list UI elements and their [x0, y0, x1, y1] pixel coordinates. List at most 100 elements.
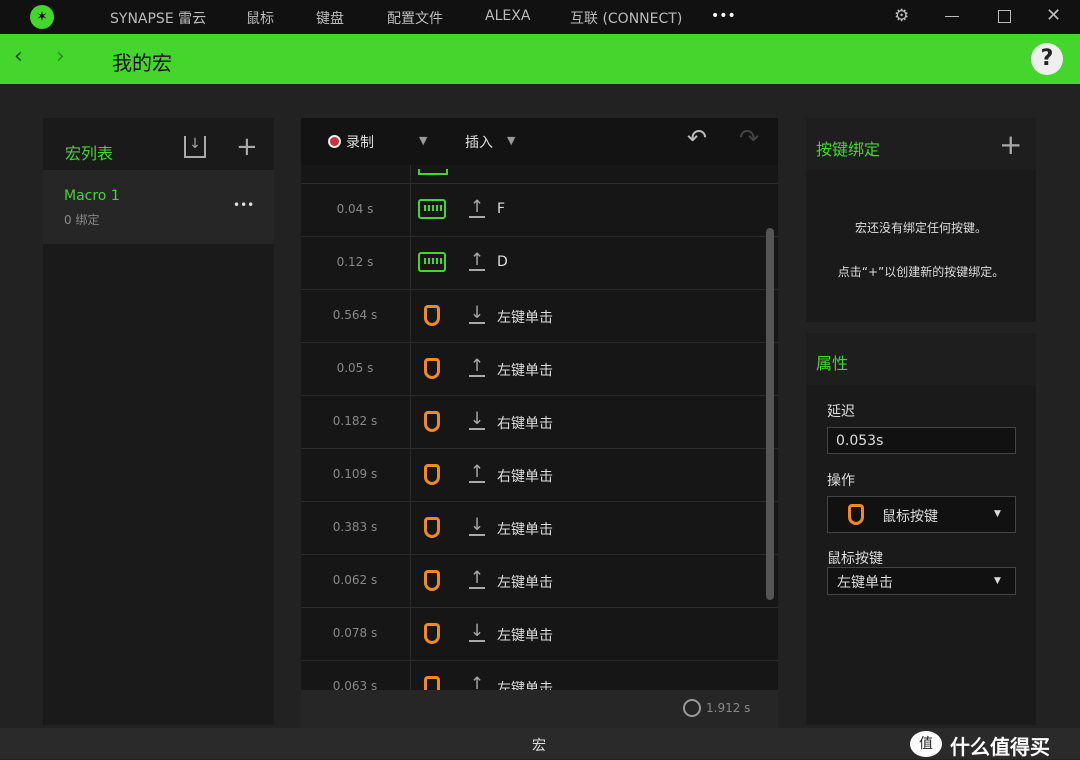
nav-keyboard[interactable]: 键盘	[316, 8, 344, 28]
clock-icon	[683, 699, 701, 717]
key-up-icon: ↑	[469, 568, 485, 589]
razer-logo-icon[interactable]: ✶	[30, 5, 54, 29]
delay-label: 延迟	[827, 404, 855, 420]
title-bar: ✶ SYNAPSE 雷云 鼠标 键盘 配置文件 ALEXA 互联 (CONNEC…	[0, 0, 1080, 34]
event-label: 左键单击	[497, 628, 553, 644]
key-up-icon: ↑	[469, 676, 485, 691]
macro-list-title: 宏列表	[65, 144, 114, 163]
settings-icon[interactable]: ⚙	[894, 6, 909, 26]
event-delay: 0.383 s	[332, 520, 378, 534]
nav-mouse[interactable]: 鼠标	[246, 8, 274, 28]
chevron-down-icon: ▼	[994, 509, 1001, 519]
event-row[interactable]: 0.109 s ↑ 右键单击	[301, 448, 778, 502]
maximize-icon[interactable]	[998, 10, 1011, 23]
action-label: 操作	[827, 473, 855, 489]
binding-empty-text: 宏还没有绑定任何按键。	[854, 221, 987, 235]
event-label: 左键单击	[497, 522, 553, 538]
event-row[interactable]: 0.05 s ↑ 左键单击	[301, 342, 778, 396]
event-row-partial[interactable]	[301, 165, 778, 184]
event-label: 右键单击	[497, 416, 553, 432]
page-title: 我的宏	[112, 51, 172, 75]
properties-title: 属性	[816, 354, 849, 373]
help-icon[interactable]: ?	[1031, 43, 1063, 75]
mouse-icon	[424, 358, 440, 379]
delay-input[interactable]: 0.053s	[827, 427, 1016, 454]
action-value: 鼠标按键	[882, 509, 938, 525]
event-label: 左键单击	[497, 310, 553, 326]
event-row[interactable]: 0.182 s ↓ 右键单击	[301, 395, 778, 449]
mouse-icon	[424, 464, 440, 485]
mouse-button-select[interactable]: 左键单击 ▼	[827, 567, 1016, 595]
nav-connect[interactable]: 互联 (CONNECT)	[570, 8, 682, 28]
editor-footer: 1.912 s	[301, 690, 778, 728]
forward-icon[interactable]: ›	[56, 44, 65, 69]
event-delay: 0.063 s	[332, 679, 378, 690]
watermark: 什么值得买	[950, 735, 1050, 759]
event-label: 左键单击	[497, 681, 553, 690]
event-delay: 0.182 s	[332, 414, 378, 428]
mouse-button-value: 左键单击	[837, 575, 893, 591]
undo-icon[interactable]: ↶	[687, 124, 707, 152]
mouse-button-label: 鼠标按键	[827, 551, 883, 567]
nav-synapse[interactable]: SYNAPSE 雷云	[110, 8, 206, 28]
event-label: F	[497, 201, 506, 217]
back-icon[interactable]: ‹	[14, 44, 23, 69]
event-row[interactable]: 0.12 s ↑ D	[301, 236, 778, 290]
redo-icon[interactable]: ↷	[739, 124, 759, 152]
key-down-icon: ↓	[469, 303, 485, 324]
macro-item[interactable]: Macro 1 0 绑定 •••	[43, 170, 274, 244]
event-label: 左键单击	[497, 575, 553, 591]
event-row[interactable]: 0.04 s ↑ F	[301, 183, 778, 237]
event-label: D	[497, 254, 508, 270]
macro-list-panel: 宏列表 ↓ + Macro 1 0 绑定 •••	[43, 118, 274, 725]
keyboard-icon	[418, 199, 446, 219]
event-row[interactable]: 0.564 s ↓ 左键单击	[301, 289, 778, 343]
event-row[interactable]: 0.062 s ↑ 左键单击	[301, 554, 778, 608]
close-icon[interactable]: ✕	[1046, 5, 1061, 26]
chevron-down-icon: ▼	[994, 576, 1001, 586]
editor-toolbar: 录制 ▼ 插入 ▼ ↶ ↷	[301, 118, 778, 165]
mouse-icon	[848, 504, 864, 525]
header-bar: ‹ › 我的宏 ?	[0, 34, 1080, 84]
key-down-icon: ↓	[469, 515, 485, 536]
footer-bar: 宏 值 什么值得买	[0, 728, 1080, 759]
event-delay: 0.109 s	[332, 467, 378, 481]
scrollbar[interactable]	[766, 228, 774, 600]
total-time: 1.912 s	[706, 701, 751, 715]
event-delay: 0.062 s	[332, 573, 378, 587]
nav-more[interactable]: •••	[711, 8, 736, 24]
mouse-icon	[424, 305, 440, 326]
macro-name: Macro 1	[64, 188, 120, 204]
macro-more-button[interactable]: •••	[233, 198, 254, 212]
nav-profiles[interactable]: 配置文件	[387, 8, 443, 28]
event-delay: 0.078 s	[332, 626, 378, 640]
minimize-icon[interactable]	[945, 16, 959, 17]
event-delay: 0.04 s	[336, 202, 374, 216]
mouse-icon	[424, 411, 440, 432]
insert-button[interactable]: 插入	[465, 132, 493, 152]
add-macro-icon[interactable]: +	[236, 132, 258, 162]
add-binding-icon[interactable]: +	[999, 128, 1022, 161]
record-dropdown-icon[interactable]: ▼	[419, 134, 427, 147]
event-row[interactable]: 0.078 s ↓ 左键单击	[301, 607, 778, 661]
mouse-icon	[424, 570, 440, 591]
nav-alexa[interactable]: ALEXA	[485, 8, 530, 24]
key-binding-title: 按键绑定	[816, 140, 881, 159]
watermark-logo-icon: 值	[910, 731, 942, 757]
record-button[interactable]: 录制	[346, 132, 374, 152]
insert-dropdown-icon[interactable]: ▼	[507, 134, 515, 147]
event-delay: 0.12 s	[336, 255, 374, 269]
record-icon[interactable]	[328, 135, 341, 148]
mouse-icon	[424, 517, 440, 538]
action-select[interactable]: 鼠标按键 ▼	[827, 496, 1016, 533]
event-delay: 0.564 s	[332, 308, 378, 322]
event-label: 右键单击	[497, 469, 553, 485]
event-row[interactable]: 0.383 s ↓ 左键单击	[301, 501, 778, 555]
macro-bindings: 0 绑定	[64, 213, 100, 227]
keyboard-icon	[418, 252, 446, 272]
import-icon[interactable]: ↓	[184, 136, 206, 158]
event-row[interactable]: 0.063 s ↑ 左键单击	[301, 660, 778, 690]
key-up-icon: ↑	[469, 197, 485, 218]
key-up-icon: ↑	[469, 250, 485, 271]
footer-label: 宏	[532, 738, 546, 754]
